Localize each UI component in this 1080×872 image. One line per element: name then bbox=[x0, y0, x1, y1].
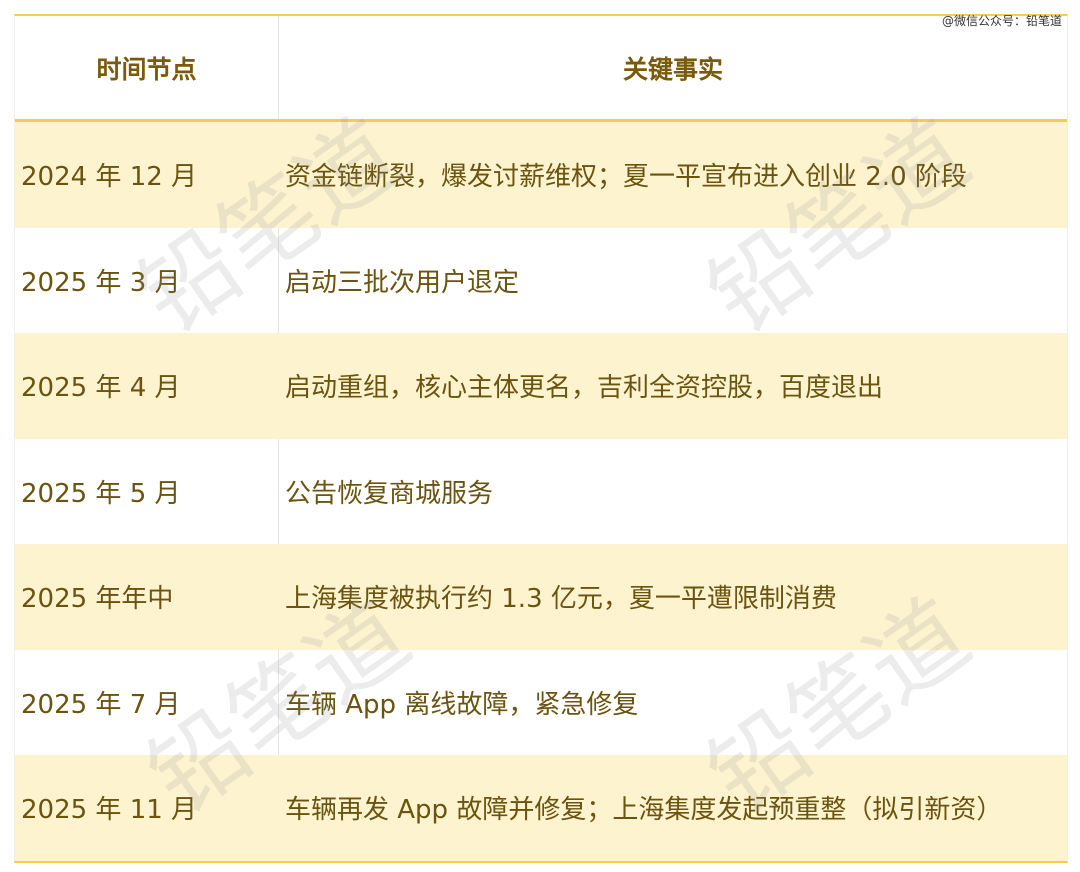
time-cell: 2025 年年中 bbox=[21, 584, 174, 615]
time-cell: 2025 年 3 月 bbox=[21, 267, 181, 298]
fact-cell: 公告恢复商城服务 bbox=[278, 438, 1067, 544]
table-row: 2025 年 11 月 车辆再发 App 故障并修复；上海集度发起预重整（拟引新… bbox=[15, 755, 1067, 861]
table-row: 2025 年 3 月 启动三批次用户退定 bbox=[15, 227, 1067, 333]
table-header-row: 时间节点 关键事实 bbox=[15, 16, 1067, 122]
fact-cell: 资金链断裂，爆发讨薪维权；夏一平宣布进入创业 2.0 阶段 bbox=[278, 122, 1067, 228]
table-row: 2025 年 4 月 启动重组，核心主体更名，吉利全资控股，百度退出 bbox=[15, 333, 1067, 439]
time-cell: 2025 年 11 月 bbox=[21, 795, 198, 826]
fact-cell: 车辆再发 App 故障并修复；上海集度发起预重整（拟引新资） bbox=[278, 755, 1067, 861]
fact-cell: 启动三批次用户退定 bbox=[278, 227, 1067, 333]
table-row: 2024 年 12 月 资金链断裂，爆发讨薪维权；夏一平宣布进入创业 2.0 阶… bbox=[15, 122, 1067, 228]
source-credit: @微信公众号：铅笔道 bbox=[941, 14, 1062, 28]
header-time: 时间节点 bbox=[96, 54, 197, 84]
time-cell: 2024 年 12 月 bbox=[21, 162, 198, 193]
table-row: 2025 年 7 月 车辆 App 离线故障，紧急修复 bbox=[15, 649, 1067, 755]
fact-cell: 启动重组，核心主体更名，吉利全资控股，百度退出 bbox=[278, 333, 1067, 439]
time-cell: 2025 年 7 月 bbox=[21, 689, 181, 720]
header-fact: 关键事实 bbox=[278, 16, 1067, 119]
fact-cell: 车辆 App 离线故障，紧急修复 bbox=[278, 649, 1067, 755]
table-row: 2025 年年中 上海集度被执行约 1.3 亿元，夏一平遭限制消费 bbox=[15, 544, 1067, 650]
time-cell: 2025 年 4 月 bbox=[21, 373, 181, 404]
timeline-table: 时间节点 关键事实 2024 年 12 月 资金链断裂，爆发讨薪维权；夏一平宣布… bbox=[14, 14, 1068, 863]
table-row: 2025 年 5 月 公告恢复商城服务 bbox=[15, 438, 1067, 544]
time-cell: 2025 年 5 月 bbox=[21, 478, 181, 509]
fact-cell: 上海集度被执行约 1.3 亿元，夏一平遭限制消费 bbox=[278, 544, 1067, 650]
